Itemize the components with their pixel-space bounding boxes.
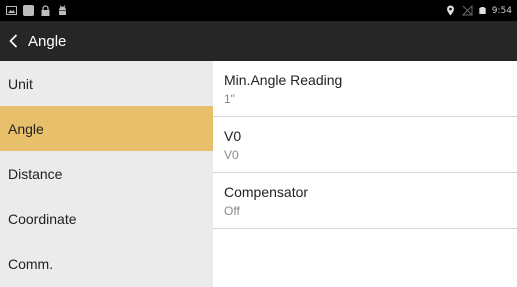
sidebar-item-coordinate[interactable]: Coordinate bbox=[0, 197, 213, 242]
no-signal-icon bbox=[461, 5, 473, 16]
setting-title: Min.Angle Reading bbox=[224, 72, 343, 88]
battery-icon bbox=[479, 7, 486, 14]
sidebar: Unit Angle Distance Coordinate Comm. bbox=[0, 61, 213, 287]
setting-v0[interactable]: V0 V0 bbox=[213, 117, 517, 173]
setting-compensator[interactable]: Compensator Off bbox=[213, 173, 517, 229]
gallery-icon bbox=[6, 6, 17, 15]
chevron-left-icon bbox=[9, 34, 18, 48]
status-bar-right: 9:54 bbox=[445, 3, 512, 18]
setting-value: Off bbox=[224, 204, 240, 218]
sidebar-item-label: Unit bbox=[8, 75, 33, 92]
app-bar: Angle bbox=[0, 21, 517, 61]
sidebar-item-angle[interactable]: Angle bbox=[0, 106, 213, 152]
settings-panel: Min.Angle Reading 1" V0 V0 Compensator O… bbox=[213, 61, 517, 287]
location-icon bbox=[446, 5, 454, 16]
page-title: Angle bbox=[28, 32, 67, 50]
setting-value: V0 bbox=[224, 148, 239, 162]
app-icon bbox=[23, 5, 34, 16]
sidebar-item-comm[interactable]: Comm. bbox=[0, 242, 213, 287]
sidebar-item-unit[interactable]: Unit bbox=[0, 61, 213, 106]
sidebar-item-label: Distance bbox=[8, 165, 63, 182]
sidebar-item-distance[interactable]: Distance bbox=[0, 151, 213, 196]
setting-title: V0 bbox=[224, 128, 242, 144]
sidebar-item-label: Angle bbox=[8, 120, 44, 137]
status-bar: 9:54 bbox=[0, 0, 517, 21]
setting-value: 1" bbox=[224, 92, 235, 106]
lock-icon bbox=[41, 5, 50, 16]
setting-title: Compensator bbox=[224, 184, 309, 200]
setting-min-angle-reading[interactable]: Min.Angle Reading 1" bbox=[213, 61, 517, 117]
back-button[interactable] bbox=[0, 21, 24, 61]
android-icon bbox=[59, 5, 66, 15]
sidebar-item-label: Comm. bbox=[8, 256, 54, 273]
sidebar-item-label: Coordinate bbox=[8, 211, 77, 228]
status-bar-left bbox=[6, 4, 68, 17]
status-time: 9:54 bbox=[491, 5, 512, 16]
